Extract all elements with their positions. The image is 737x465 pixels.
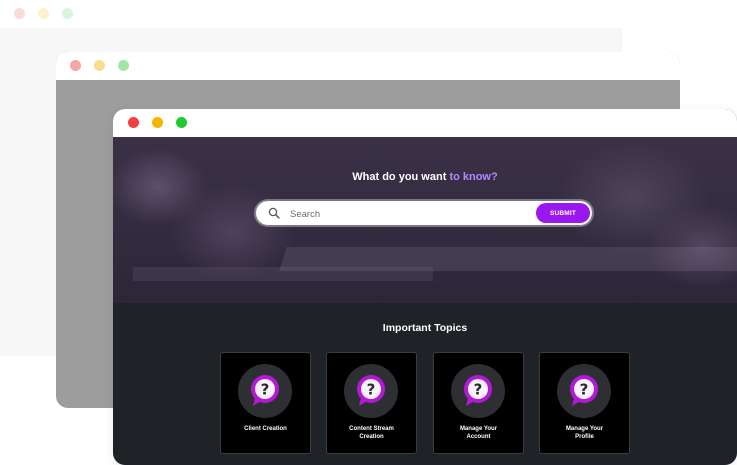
svg-text:?: ? [474,381,483,399]
maximize-dot [118,60,129,71]
minimize-button[interactable] [152,117,163,128]
topic-card-client-creation[interactable]: ? Client Creation [220,352,311,454]
hero-banner: What do you want to know? SUBMIT [113,137,737,303]
close-dot [70,60,81,71]
topic-card-label: Content Stream Creation [349,426,394,440]
title-bar [56,52,680,80]
search-input[interactable] [288,204,492,224]
question-bubble-icon: ? [251,375,279,406]
topic-card-label: Client Creation [244,426,287,432]
question-bubble-icon: ? [464,375,492,406]
topic-icon-circle: ? [557,364,611,418]
main-window: What do you want to know? SUBMIT Importa… [113,109,737,465]
hero-title-main: What do you want [352,171,450,183]
maximize-dot [62,8,73,19]
close-dot [14,8,25,19]
title-bar [113,109,737,137]
svg-text:?: ? [580,381,589,399]
search-icon [268,207,280,219]
topics-heading: Important Topics [382,322,468,334]
question-bubble-icon: ? [570,375,598,406]
minimize-dot [38,8,49,19]
topic-card-content-stream-creation[interactable]: ? Content Stream Creation [326,352,417,454]
topic-card-label: Manage Your Profile [565,426,604,440]
topic-card-label: Manage Your Account [459,426,498,440]
title-bar [0,0,622,28]
hero-title-accent: to know? [449,171,498,183]
topic-icon-circle: ? [451,364,505,418]
topic-card-manage-profile[interactable]: ? Manage Your Profile [539,352,630,454]
submit-button[interactable]: SUBMIT [536,203,590,223]
search-bar: SUBMIT [256,201,592,225]
maximize-button[interactable] [176,117,187,128]
minimize-dot [94,60,105,71]
svg-text:?: ? [367,381,376,399]
hero-photo-detail [279,247,737,271]
svg-text:?: ? [261,381,270,399]
hero-title: What do you want to know? [113,171,737,183]
topic-icon-circle: ? [344,364,398,418]
topic-card-manage-account[interactable]: ? Manage Your Account [433,352,524,454]
close-button[interactable] [128,117,139,128]
question-bubble-icon: ? [357,375,385,406]
topic-icon-circle: ? [238,364,292,418]
